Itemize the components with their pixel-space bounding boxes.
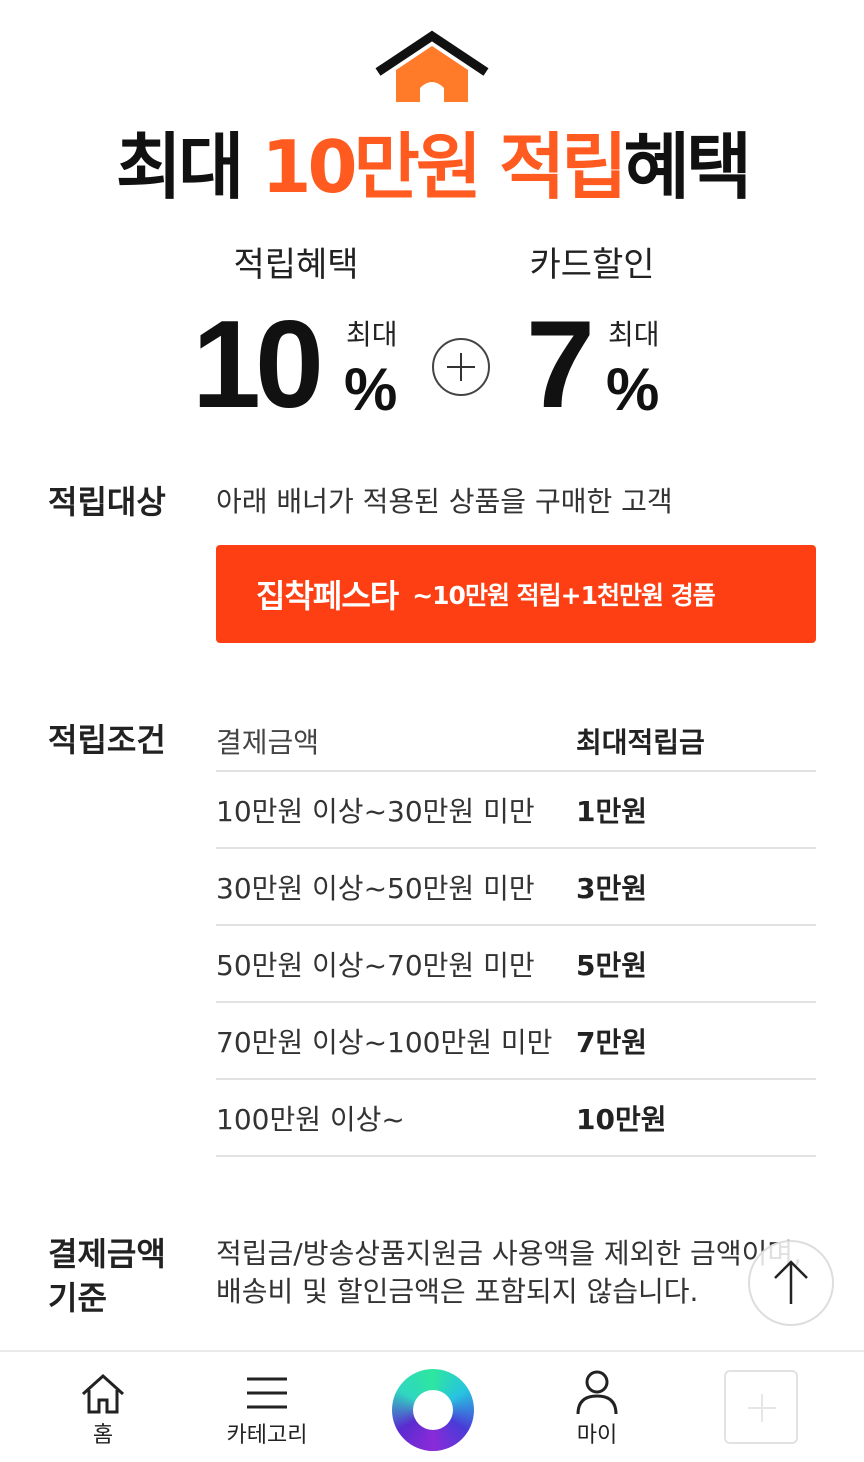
table-row: 10만원 이상~30만원 미만 1만원: [216, 772, 816, 849]
scroll-top-button[interactable]: [748, 1240, 834, 1326]
benefit-unit-card: %: [606, 356, 660, 423]
arrow-up-icon: [774, 1260, 808, 1304]
benefit-unit-points: %: [344, 356, 398, 423]
add-icon[interactable]: [724, 1370, 798, 1444]
target-text: 아래 배너가 적용된 상품을 구매한 고객: [216, 485, 673, 518]
hero-title-prefix: 최대: [115, 125, 262, 209]
plus-icon: [432, 338, 490, 396]
benefit-max-label-card: 최대: [608, 318, 660, 351]
benefit-value-card: 7: [526, 296, 595, 434]
benefit-value-points: 10: [192, 296, 324, 434]
nav-home-label: 홈: [92, 1423, 114, 1448]
row-max: 3만원: [576, 871, 648, 905]
table-row: 50만원 이상~70만원 미만 5만원: [216, 926, 816, 1003]
menu-icon: [247, 1377, 287, 1409]
row-max: 10만원: [576, 1102, 667, 1136]
hero-title-suffix: 혜택: [623, 125, 753, 209]
hero-title: 최대 10만원 적립혜택: [0, 122, 864, 212]
basis-title-line2: 기준: [48, 1279, 107, 1317]
conditions-title: 적립조건: [48, 721, 166, 759]
hero-title-accent: 10만원 적립: [261, 125, 627, 209]
table-header-row: 결제금액 최대적립금: [216, 712, 816, 772]
row-max: 7만원: [576, 1025, 648, 1059]
bottom-nav: 홈 카테고리 마이: [0, 1350, 864, 1462]
basis-text-line2: 배송비 및 할인금액은 포함되지 않습니다.: [216, 1275, 699, 1308]
header-max: 최대적립금: [576, 726, 705, 759]
target-title: 적립대상: [48, 483, 166, 521]
home-icon: [81, 1373, 125, 1414]
row-max: 5만원: [576, 948, 648, 982]
row-amount: 50만원 이상~70만원 미만: [216, 948, 535, 982]
benefit-label-card: 카드할인: [529, 245, 655, 285]
conditions-table: 결제금액 최대적립금 10만원 이상~30만원 미만 1만원 30만원 이상~5…: [216, 712, 816, 1157]
benefit-max-label-points: 최대: [346, 318, 398, 351]
nav-my-label: 마이: [576, 1423, 618, 1448]
table-row: 100만원 이상~ 10만원: [216, 1080, 816, 1157]
promo-banner[interactable]: 집착페스타 ~10만원 적립+1천만원 경품: [216, 545, 816, 643]
row-amount: 100만원 이상~: [216, 1102, 405, 1136]
live-ring-icon[interactable]: [392, 1369, 474, 1451]
nav-home[interactable]: 홈: [62, 1352, 144, 1462]
row-amount: 30만원 이상~50만원 미만: [216, 871, 535, 905]
table-row: 70만원 이상~100만원 미만 7만원: [216, 1003, 816, 1080]
banner-subtitle: ~10만원 적립+1천만원 경품: [412, 581, 715, 610]
row-max: 1만원: [576, 794, 648, 828]
banner-title: 집착페스타: [256, 577, 399, 615]
table-row: 30만원 이상~50만원 미만 3만원: [216, 849, 816, 926]
row-amount: 10만원 이상~30만원 미만: [216, 794, 535, 828]
basis-title-line1: 결제금액: [48, 1235, 166, 1273]
header-amount: 결제금액: [216, 726, 320, 759]
nav-my[interactable]: 마이: [556, 1352, 638, 1462]
nav-category-label: 카테고리: [226, 1423, 308, 1448]
row-amount: 70만원 이상~100만원 미만: [216, 1025, 553, 1059]
user-icon: [576, 1370, 618, 1415]
benefit-label-points: 적립혜택: [233, 245, 359, 285]
house-icon: [375, 30, 489, 102]
nav-category[interactable]: 카테고리: [212, 1352, 322, 1462]
